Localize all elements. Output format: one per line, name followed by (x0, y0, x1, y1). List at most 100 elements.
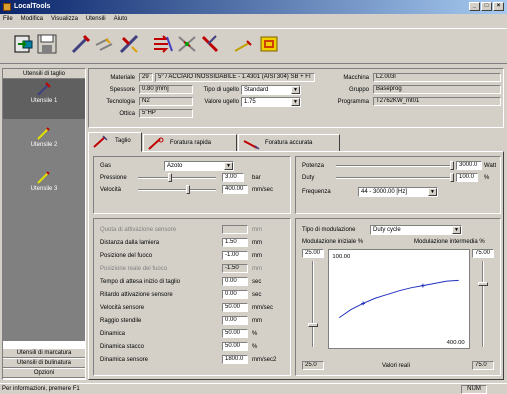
laser-cut-icon (93, 135, 108, 148)
chevron-down-icon: ▼ (452, 226, 461, 234)
param-unit: mm (252, 253, 262, 259)
tool-multi-icon[interactable] (94, 33, 116, 55)
save-icon[interactable] (36, 33, 58, 55)
gruppo-label: Gruppo (348, 87, 369, 93)
param-input[interactable]: 0.00 (222, 316, 248, 325)
maximize-button[interactable]: □ (481, 2, 492, 11)
power-panel: Potenza 3000.0 Watt Duty 100.0 % Frequen… (295, 156, 501, 214)
param-input[interactable]: 50.00 (222, 329, 248, 338)
tab-foratura-rapida[interactable]: Foratura rapida (143, 134, 237, 152)
param-unit: sec (252, 279, 262, 285)
minimize-button[interactable]: _ (469, 2, 480, 11)
window-title: LocalTools (14, 3, 51, 10)
sidebar-opzioni-button[interactable]: Opzioni (3, 368, 85, 378)
menu-utensili[interactable]: Utensili (86, 16, 106, 25)
close-button[interactable]: × (493, 2, 504, 11)
gas-select[interactable]: Azoto ▼ (164, 161, 234, 171)
sidebar-item-utensile-2[interactable]: Utensile 2 (3, 123, 85, 163)
tool-single-icon[interactable] (70, 33, 92, 55)
slider-thumb[interactable] (308, 322, 318, 327)
tipo-ugello-select[interactable]: Standard ▼ (241, 85, 301, 95)
tool-red-icon[interactable] (200, 33, 222, 55)
param-label: Dinamica stacco (100, 344, 145, 350)
sidebar-item-label: Utensile 3 (30, 186, 58, 192)
frequenza-select[interactable]: 44 - 3000.00 [Hz] ▼ (358, 187, 438, 197)
sidebar-bulinatura-button[interactable]: Utensili di bulinatura (3, 358, 85, 368)
pressione-slider[interactable] (138, 173, 216, 182)
notes-icon[interactable] (258, 33, 280, 55)
export-icon[interactable] (12, 33, 34, 55)
valore-ugello-select[interactable]: 1.75 ▼ (241, 97, 301, 107)
sidebar-header: Utensili di taglio (3, 69, 85, 79)
param-label: Velocità sensore (100, 305, 145, 311)
mod-iniziale-slider[interactable] (308, 261, 318, 347)
chevron-down-icon: ▼ (291, 98, 300, 106)
pressione-input[interactable]: 3.00 (222, 173, 244, 182)
frequenza-label: Frequenza (302, 189, 331, 195)
potenza-input[interactable]: 3000.0 (456, 161, 482, 170)
swap-icon[interactable] (176, 33, 198, 55)
param-label: Distanza dalla lamiera (100, 240, 160, 246)
mod-intermedia-input[interactable]: 75.00 (472, 249, 494, 258)
param-label: Raggio stendile (100, 318, 142, 324)
wand-icon[interactable] (232, 33, 254, 55)
velocita-input[interactable]: 400.00 (222, 185, 248, 194)
info-panel: Materiale 29 5° / ACCIAIO INOSSIDABILE -… (88, 68, 504, 128)
tool-cross-icon[interactable] (118, 33, 140, 55)
slider-thumb[interactable] (450, 161, 454, 170)
num-lock-indicator: NUM (461, 385, 487, 394)
param-input[interactable]: 0.00 (222, 290, 248, 299)
modulation-curve (338, 279, 459, 319)
pressione-label: Pressione (100, 175, 127, 181)
param-input[interactable]: 0.00 (222, 277, 248, 286)
mod-intermedia-slider[interactable] (478, 261, 488, 347)
transfer-icon[interactable] (152, 33, 174, 55)
duty-slider[interactable] (336, 173, 454, 182)
valore-ugello-label: Valore ugello (204, 99, 239, 105)
sidebar-item-utensile-1[interactable]: Utensile 1 (3, 79, 85, 119)
menu-aiuto[interactable]: Aiuto (114, 16, 128, 25)
velocita-label: Velocità (100, 187, 122, 193)
param-input[interactable]: 1.50 (222, 238, 248, 247)
macchina-label: Macchina (343, 75, 369, 81)
sidebar-item-utensile-3[interactable]: Utensile 3 (3, 167, 85, 207)
menu-visualizza[interactable]: Visualizza (51, 16, 78, 25)
param-input[interactable]: 1800.0 (222, 355, 248, 364)
tool-icon (37, 171, 50, 184)
curve-marker[interactable] (361, 301, 366, 306)
ottica-field: 5"HP (139, 109, 193, 118)
curve-marker[interactable] (420, 283, 425, 288)
mod-iniziale-input[interactable]: 25.00 (302, 249, 324, 258)
modulation-chart: 100.00 400.00 (328, 249, 470, 349)
param-input[interactable]: -1.00 (222, 251, 248, 260)
slider-thumb[interactable] (167, 173, 172, 182)
tipo-modulazione-select[interactable]: Duty cycle ▼ (370, 225, 462, 235)
sidebar-marcatura-button[interactable]: Utensili di marcatura (3, 348, 85, 358)
potenza-slider[interactable] (336, 161, 454, 170)
pressione-unit: bar (252, 175, 261, 181)
gruppo-field: Baseprog (373, 85, 501, 94)
sidebar-item-label: Utensile 2 (30, 142, 58, 148)
duty-input[interactable]: 100.0 (456, 173, 478, 182)
slider-thumb[interactable] (450, 173, 454, 182)
velocita-slider[interactable] (138, 185, 216, 194)
param-input[interactable]: 50.00 (222, 342, 248, 351)
app-window: LocalTools _ □ × File Modifica Visualizz… (0, 0, 507, 394)
tipo-ugello-value: Standard (244, 87, 269, 93)
valori-reali-label: Valori reali (382, 363, 410, 369)
chart-x-label: 400.00 (447, 340, 466, 346)
menu-modifica[interactable]: Modifica (21, 16, 43, 25)
sidebar-item-label: Utensile 1 (30, 98, 58, 104)
potenza-unit: Watt (484, 163, 497, 169)
param-input[interactable]: 50.00 (222, 303, 248, 312)
duty-unit: % (484, 175, 490, 181)
slider-thumb[interactable] (186, 185, 191, 194)
param-unit: mm (252, 266, 262, 272)
slider-thumb[interactable] (478, 281, 488, 286)
drill-precise-icon (243, 140, 260, 150)
chevron-down-icon: ▼ (224, 162, 233, 170)
tab-foratura-accurata[interactable]: Foratura accurata (238, 134, 340, 152)
menu-file[interactable]: File (3, 16, 13, 25)
param-label: Tempo di attesa inizio di taglio (100, 279, 181, 285)
tab-taglio[interactable]: Taglio (88, 132, 142, 152)
